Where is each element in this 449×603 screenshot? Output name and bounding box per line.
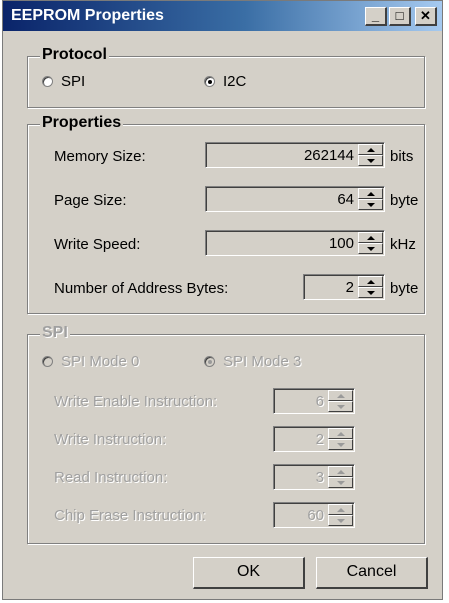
write-instruction-spinner[interactable] bbox=[328, 428, 353, 450]
spin-down-button[interactable] bbox=[358, 287, 383, 298]
spin-down-button[interactable] bbox=[328, 515, 353, 526]
address-bytes-value[interactable]: 2 bbox=[346, 279, 354, 296]
protocol-spi-label: SPI bbox=[61, 73, 86, 90]
ok-button[interactable]: OK bbox=[193, 557, 305, 589]
spin-up-button[interactable] bbox=[358, 232, 383, 243]
arrow-down-icon bbox=[337, 405, 345, 409]
eeprom-properties-dialog: EEPROM Properties _ □ ✕ Protocol SPI I2C… bbox=[2, 0, 443, 600]
memory-size-label: Memory Size: bbox=[54, 148, 146, 165]
spi-mode-3-radio[interactable]: SPI Mode 3 bbox=[204, 353, 301, 370]
protocol-group: Protocol SPI I2C bbox=[27, 46, 425, 108]
memory-size-spinner[interactable] bbox=[358, 144, 383, 166]
spin-up-button[interactable] bbox=[358, 144, 383, 155]
properties-legend: Properties bbox=[40, 114, 124, 132]
spin-down-button[interactable] bbox=[358, 155, 383, 166]
page-size-label: Page Size: bbox=[54, 192, 127, 209]
write-enable-instruction-spinner[interactable] bbox=[328, 390, 353, 412]
spi-group: SPI SPI Mode 0 SPI Mode 3 Write Enable I… bbox=[27, 324, 425, 544]
arrow-down-icon bbox=[337, 481, 345, 485]
radio-button-selected-icon bbox=[204, 356, 215, 367]
write-speed-value[interactable]: 100 bbox=[329, 235, 354, 252]
radio-button-icon bbox=[42, 76, 53, 87]
arrow-up-icon bbox=[367, 192, 375, 196]
chip-erase-instruction-value[interactable]: 60 bbox=[307, 507, 324, 524]
address-bytes-unit: byte bbox=[390, 280, 419, 297]
radio-button-icon bbox=[42, 356, 53, 367]
window-title: EEPROM Properties bbox=[11, 7, 164, 24]
write-instruction-label: Write Instruction: bbox=[54, 431, 167, 448]
protocol-i2c-radio[interactable]: I2C bbox=[204, 73, 246, 90]
page-size-unit: byte bbox=[390, 192, 419, 209]
page-size-spinbox[interactable]: 64 bbox=[205, 186, 385, 212]
read-instruction-value[interactable]: 3 bbox=[316, 469, 324, 486]
properties-group: Properties Memory Size: 262144 bits Page… bbox=[27, 114, 425, 314]
protocol-i2c-label: I2C bbox=[223, 73, 247, 90]
arrow-down-icon bbox=[367, 247, 375, 251]
arrow-up-icon bbox=[337, 508, 345, 512]
maximize-button[interactable]: □ bbox=[389, 7, 411, 26]
close-button[interactable]: ✕ bbox=[415, 7, 437, 26]
spin-up-button[interactable] bbox=[358, 276, 383, 287]
write-instruction-spinbox[interactable]: 2 bbox=[273, 426, 355, 452]
read-instruction-label: Read Instruction: bbox=[54, 469, 168, 486]
chip-erase-instruction-label: Chip Erase Instruction: bbox=[54, 507, 206, 524]
memory-size-spinbox[interactable]: 262144 bbox=[205, 142, 385, 168]
arrow-up-icon bbox=[367, 236, 375, 240]
write-enable-instruction-label: Write Enable Instruction: bbox=[54, 393, 218, 410]
arrow-up-icon bbox=[337, 394, 345, 398]
arrow-down-icon bbox=[337, 443, 345, 447]
write-speed-label: Write Speed: bbox=[54, 236, 141, 253]
protocol-spi-radio[interactable]: SPI bbox=[42, 73, 85, 90]
spin-up-button[interactable] bbox=[328, 466, 353, 477]
write-speed-unit: kHz bbox=[390, 236, 416, 253]
spi-mode-3-label: SPI Mode 3 bbox=[223, 353, 302, 370]
cancel-button[interactable]: Cancel bbox=[316, 557, 428, 589]
chip-erase-instruction-spinbox[interactable]: 60 bbox=[273, 502, 355, 528]
arrow-up-icon bbox=[337, 432, 345, 436]
write-enable-instruction-spinbox[interactable]: 6 bbox=[273, 388, 355, 414]
memory-size-unit: bits bbox=[390, 148, 414, 165]
address-bytes-spinbox[interactable]: 2 bbox=[303, 274, 385, 300]
write-instruction-value[interactable]: 2 bbox=[316, 431, 324, 448]
spin-down-button[interactable] bbox=[358, 199, 383, 210]
spin-down-button[interactable] bbox=[328, 439, 353, 450]
arrow-down-icon bbox=[367, 203, 375, 207]
minimize-button[interactable]: _ bbox=[365, 7, 387, 26]
address-bytes-label: Number of Address Bytes: bbox=[54, 280, 229, 297]
write-speed-spinbox[interactable]: 100 bbox=[205, 230, 385, 256]
spin-down-button[interactable] bbox=[328, 401, 353, 412]
arrow-down-icon bbox=[367, 291, 375, 295]
spi-legend: SPI bbox=[40, 324, 70, 342]
memory-size-value[interactable]: 262144 bbox=[304, 147, 354, 164]
spin-up-button[interactable] bbox=[358, 188, 383, 199]
spin-up-button[interactable] bbox=[328, 504, 353, 515]
spi-mode-0-radio[interactable]: SPI Mode 0 bbox=[42, 353, 139, 370]
protocol-legend: Protocol bbox=[40, 46, 109, 64]
arrow-up-icon bbox=[367, 280, 375, 284]
page-size-spinner[interactable] bbox=[358, 188, 383, 210]
page-size-value[interactable]: 64 bbox=[337, 191, 354, 208]
chip-erase-instruction-spinner[interactable] bbox=[328, 504, 353, 526]
write-speed-spinner[interactable] bbox=[358, 232, 383, 254]
arrow-up-icon bbox=[367, 148, 375, 152]
read-instruction-spinbox[interactable]: 3 bbox=[273, 464, 355, 490]
read-instruction-spinner[interactable] bbox=[328, 466, 353, 488]
arrow-down-icon bbox=[367, 159, 375, 163]
spi-mode-0-label: SPI Mode 0 bbox=[61, 353, 140, 370]
arrow-down-icon bbox=[337, 519, 345, 523]
spin-up-button[interactable] bbox=[328, 428, 353, 439]
spin-down-button[interactable] bbox=[358, 243, 383, 254]
address-bytes-spinner[interactable] bbox=[358, 276, 383, 298]
write-enable-instruction-value[interactable]: 6 bbox=[316, 393, 324, 410]
radio-button-selected-icon bbox=[204, 76, 215, 87]
arrow-up-icon bbox=[337, 470, 345, 474]
spin-down-button[interactable] bbox=[328, 477, 353, 488]
spin-up-button[interactable] bbox=[328, 390, 353, 401]
title-bar[interactable]: EEPROM Properties _ □ ✕ bbox=[3, 1, 442, 31]
